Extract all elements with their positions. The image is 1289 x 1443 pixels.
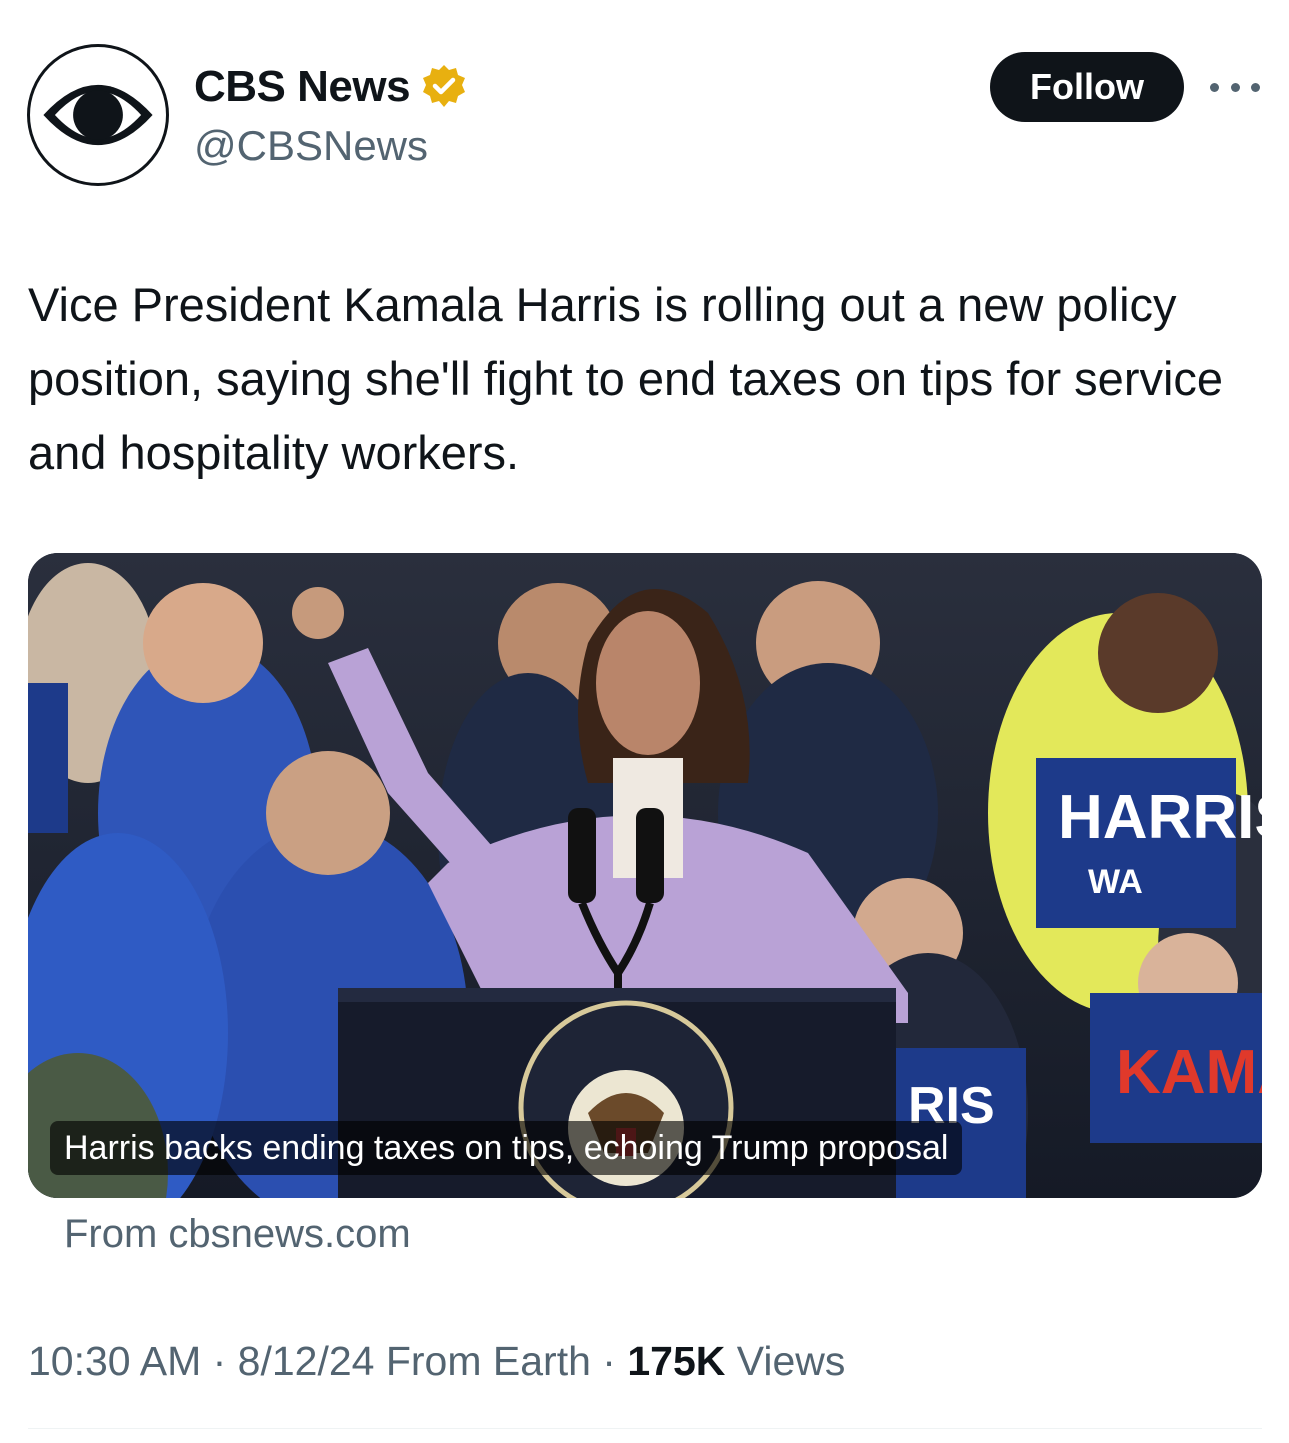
dot <box>1230 82 1240 92</box>
card-source[interactable]: From cbsnews.com <box>64 1212 411 1257</box>
avatar[interactable] <box>27 44 169 186</box>
link-card[interactable]: HARRIS WA KAMA RIS Harris backs ending t… <box>28 553 1262 1198</box>
views-label: Views <box>725 1338 846 1384</box>
separator: · <box>201 1338 238 1384</box>
tweet-time[interactable]: 10:30 AM <box>28 1338 201 1384</box>
more-options-icon[interactable] <box>1210 72 1260 102</box>
tweet-text: Vice President Kamala Harris is rolling … <box>28 278 1224 479</box>
author-display-name[interactable]: CBS News <box>194 62 411 112</box>
article-photo: HARRIS WA KAMA RIS <box>28 553 1262 1198</box>
verified-badge-icon[interactable] <box>420 63 468 111</box>
sign-kama: KAMA <box>1116 1038 1262 1107</box>
tweet-date[interactable]: 8/12/24 <box>238 1338 375 1384</box>
dot <box>1251 82 1260 92</box>
author-handle[interactable]: @CBSNews <box>194 122 428 170</box>
divider <box>28 1428 1262 1429</box>
author-name-row[interactable]: CBS News <box>194 62 468 112</box>
cbs-eye-logo-icon <box>34 51 162 179</box>
dot <box>1210 82 1219 92</box>
tweet-metadata: 10:30 AM · 8/12/24 From Earth · 175K Vie… <box>28 1338 845 1385</box>
sign-wa: WA <box>1088 863 1143 901</box>
tweet-location: From Earth <box>374 1338 591 1384</box>
sign-harris: HARRIS <box>1058 783 1262 852</box>
views-count: 175K <box>627 1338 726 1384</box>
separator: · <box>590 1338 628 1384</box>
follow-button[interactable]: Follow <box>990 52 1184 122</box>
card-caption: Harris backs ending taxes on tips, echoi… <box>50 1121 963 1175</box>
